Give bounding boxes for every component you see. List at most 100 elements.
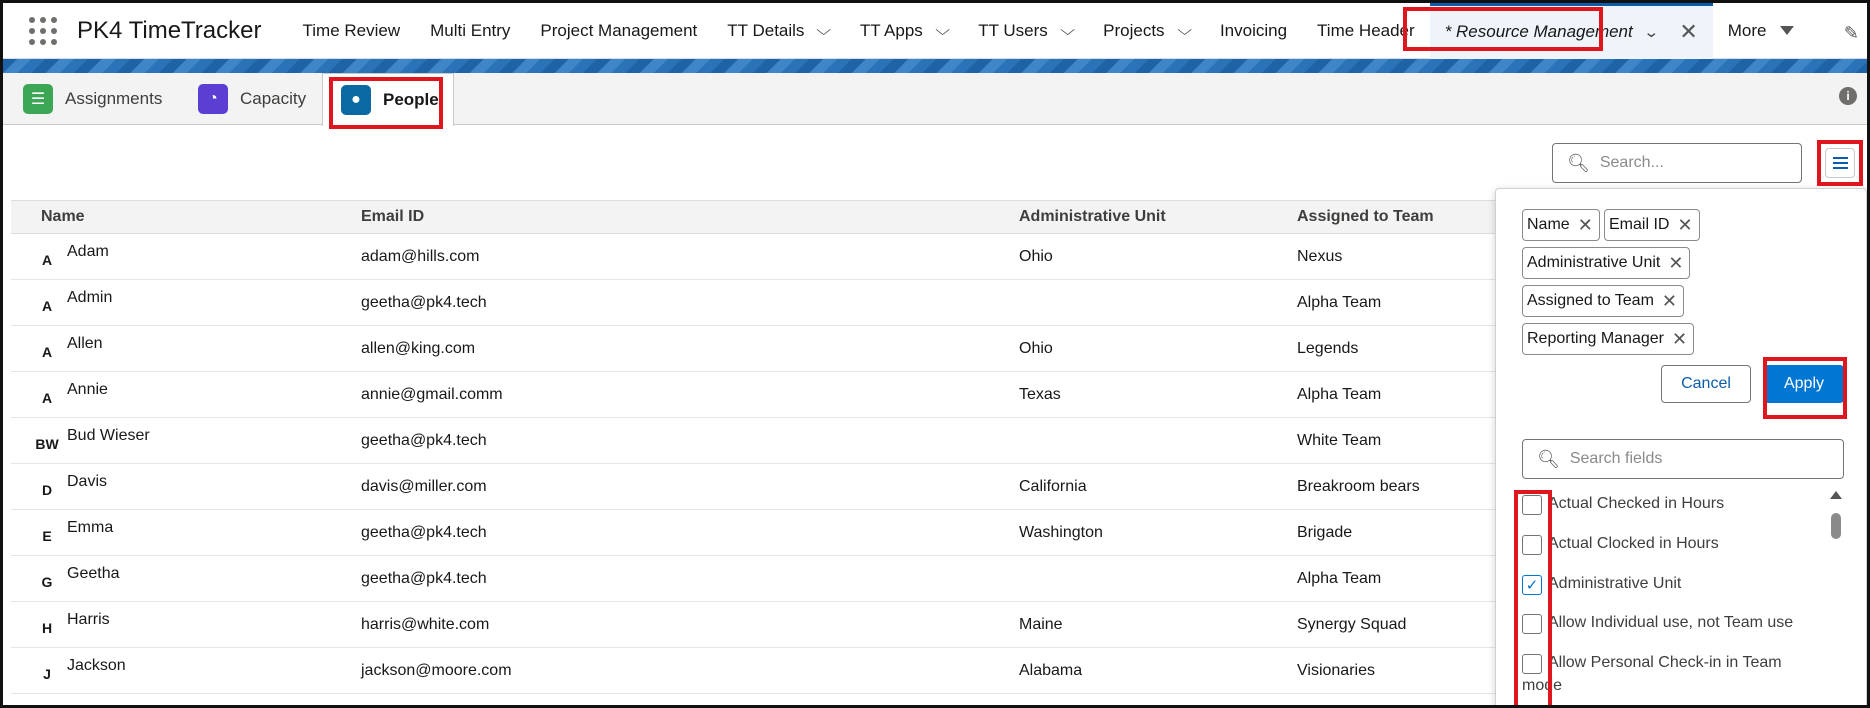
cancel-button[interactable]: Cancel (1661, 365, 1751, 403)
search-fields-placeholder: Search fields (1569, 450, 1663, 467)
chevron-down-icon[interactable]: ⌵ (817, 22, 832, 39)
person-name[interactable]: Davis (67, 473, 107, 491)
chevron-down-icon[interactable]: ⌵ (1177, 22, 1192, 39)
field-option[interactable]: Administrative Unit (1522, 575, 1681, 595)
remove-icon[interactable]: ✕ (1672, 329, 1687, 350)
nav-more[interactable]: More (1713, 3, 1810, 59)
remove-icon[interactable]: ✕ (1662, 291, 1677, 312)
cell-team: Alpha Team (1297, 385, 1382, 403)
table-row[interactable]: D Davis davis@miller.com California Breakroo… (11, 464, 1501, 510)
nav-item-label: Projects (1103, 20, 1165, 40)
search-input[interactable]: 🔍︎ Search... (1552, 143, 1802, 183)
cell-team: Brigade (1297, 523, 1353, 541)
table-header: Name Email ID Administrative Unit Assign… (11, 200, 1501, 234)
avatar-initials: A (41, 389, 53, 406)
pill-reporting-manager: Reporting Manager ✕ (1522, 323, 1695, 355)
person-name[interactable]: Admin (67, 289, 112, 307)
nav-item-label: Time Review (302, 20, 401, 40)
table-row[interactable]: G Geetha geetha@pk4.tech Alpha Team (11, 556, 1501, 602)
column-header-name[interactable]: Name (11, 208, 361, 226)
cell-email: annie@gmail.comm (361, 385, 503, 403)
cell-unit: Washington (1019, 523, 1103, 541)
column-header-email[interactable]: Email ID (361, 208, 1019, 226)
remove-icon[interactable]: ✕ (1578, 215, 1593, 236)
nav-item-label: TT Apps (859, 20, 923, 40)
nav-item-project-management[interactable]: Project Management (525, 3, 712, 59)
nav-item-tt-users[interactable]: TT Users ⌵ (963, 3, 1088, 59)
avatar-initials: D (41, 481, 53, 498)
column-header-team[interactable]: Assigned to Team (1297, 208, 1497, 226)
checkbox[interactable] (1522, 495, 1542, 515)
checkbox[interactable] (1522, 654, 1542, 674)
pill-label: Email ID (1609, 216, 1670, 233)
pencil-icon[interactable]: ✎ (1844, 23, 1859, 44)
column-header-unit[interactable]: Administrative Unit (1019, 208, 1297, 226)
person-name[interactable]: Harris (67, 611, 110, 629)
field-option[interactable]: Allow Personal Check-in in Team (1522, 654, 1782, 674)
scroll-up-arrow-icon[interactable] (1830, 491, 1842, 499)
field-label: Actual Checked in Hours (1548, 495, 1725, 512)
checkbox[interactable] (1522, 614, 1542, 634)
table-row[interactable]: H Harris harris@white.com Maine Synergy Squa… (11, 602, 1501, 648)
cell-name: A Adam (11, 243, 361, 268)
table-row[interactable]: A Admin geetha@pk4.tech Alpha Team (11, 280, 1501, 326)
cell-name: A Admin (11, 289, 361, 314)
person-name[interactable]: Jackson (67, 657, 126, 675)
table-row[interactable]: A Adam adam@hills.com Ohio Nexus (11, 234, 1501, 280)
cell-team: Alpha Team (1297, 569, 1382, 587)
field-option[interactable]: Actual Clocked in Hours (1522, 535, 1719, 555)
global-nav: PK4 TimeTracker Time Review Multi Entry … (3, 3, 1867, 59)
chevron-down-icon[interactable]: ⌵ (1060, 22, 1075, 39)
person-name[interactable]: Geetha (67, 565, 119, 583)
checkbox[interactable] (1522, 535, 1542, 555)
avatar-initials: E (42, 527, 52, 544)
tab-capacity[interactable]: ◔ Capacity (198, 73, 306, 125)
nav-item-time-header[interactable]: Time Header (1302, 3, 1430, 59)
cell-team: Nexus (1297, 247, 1343, 265)
nav-item-projects[interactable]: Projects ⌵ (1088, 3, 1205, 59)
person-name[interactable]: Adam (67, 243, 109, 261)
field-label: Administrative Unit (1548, 575, 1682, 592)
nav-item-time-review[interactable]: Time Review (288, 3, 416, 59)
chevron-down-icon[interactable]: ⌄ (1643, 23, 1659, 41)
search-fields-input[interactable]: 🔍︎ Search fields (1522, 439, 1844, 479)
decorative-banner (3, 59, 1867, 73)
table-row[interactable]: E Emma geetha@pk4.tech Washington Brigade (11, 510, 1501, 556)
person-name[interactable]: Emma (67, 519, 113, 537)
gauge-icon: ◔ (198, 84, 228, 114)
nav-item-label: TT Users (978, 20, 1048, 40)
person-name[interactable]: Allen (67, 335, 103, 353)
pill-label: Name (1527, 216, 1570, 233)
remove-icon[interactable]: ✕ (1668, 253, 1683, 274)
checkbox-checked[interactable] (1522, 575, 1542, 595)
caret-down-icon (1780, 26, 1795, 35)
close-icon[interactable]: ✕ (1679, 19, 1697, 45)
nav-item-tt-details[interactable]: TT Details ⌵ (712, 3, 845, 59)
tab-people[interactable]: ● People (322, 73, 454, 126)
table-row[interactable]: BW Bud Wieser geetha@pk4.tech White Team (11, 418, 1501, 464)
info-icon[interactable]: i (1839, 87, 1857, 105)
apply-button[interactable]: Apply (1764, 365, 1844, 403)
tab-label: Capacity (240, 89, 307, 108)
nav-item-multi-entry[interactable]: Multi Entry (415, 3, 525, 59)
column-menu-button[interactable] (1825, 148, 1855, 178)
nav-more-label: More (1727, 20, 1767, 40)
chevron-down-icon[interactable]: ⌵ (935, 22, 950, 39)
field-option[interactable]: Allow Individual use, not Team use (1522, 614, 1793, 634)
remove-icon[interactable]: ✕ (1677, 215, 1692, 236)
table-row[interactable]: J Jackson jackson@moore.com Alabama Visionar… (11, 648, 1501, 694)
app-launcher-icon[interactable] (23, 11, 63, 51)
column-selector-panel: Name ✕ Email ID ✕ Administrative Unit ✕ Ass… (1495, 188, 1867, 705)
scrollbar-thumb[interactable] (1831, 513, 1841, 539)
person-name[interactable]: Bud Wieser (67, 427, 150, 445)
table-row[interactable]: A Annie annie@gmail.comm Texas Alpha Team (11, 372, 1501, 418)
nav-item-tt-apps[interactable]: TT Apps ⌵ (845, 3, 963, 59)
table-row[interactable]: A Allen allen@king.com Ohio Legends (11, 326, 1501, 372)
cell-name: A Annie (11, 381, 361, 406)
person-name[interactable]: Annie (67, 381, 108, 399)
avatar-initials: H (41, 619, 53, 636)
nav-tab-resource-management[interactable]: * Resource Management ⌄ ✕ (1429, 3, 1713, 59)
nav-item-invoicing[interactable]: Invoicing (1205, 3, 1302, 59)
field-option[interactable]: Actual Checked in Hours (1522, 495, 1724, 515)
tab-assignments[interactable]: ☰ Assignments (23, 73, 162, 125)
